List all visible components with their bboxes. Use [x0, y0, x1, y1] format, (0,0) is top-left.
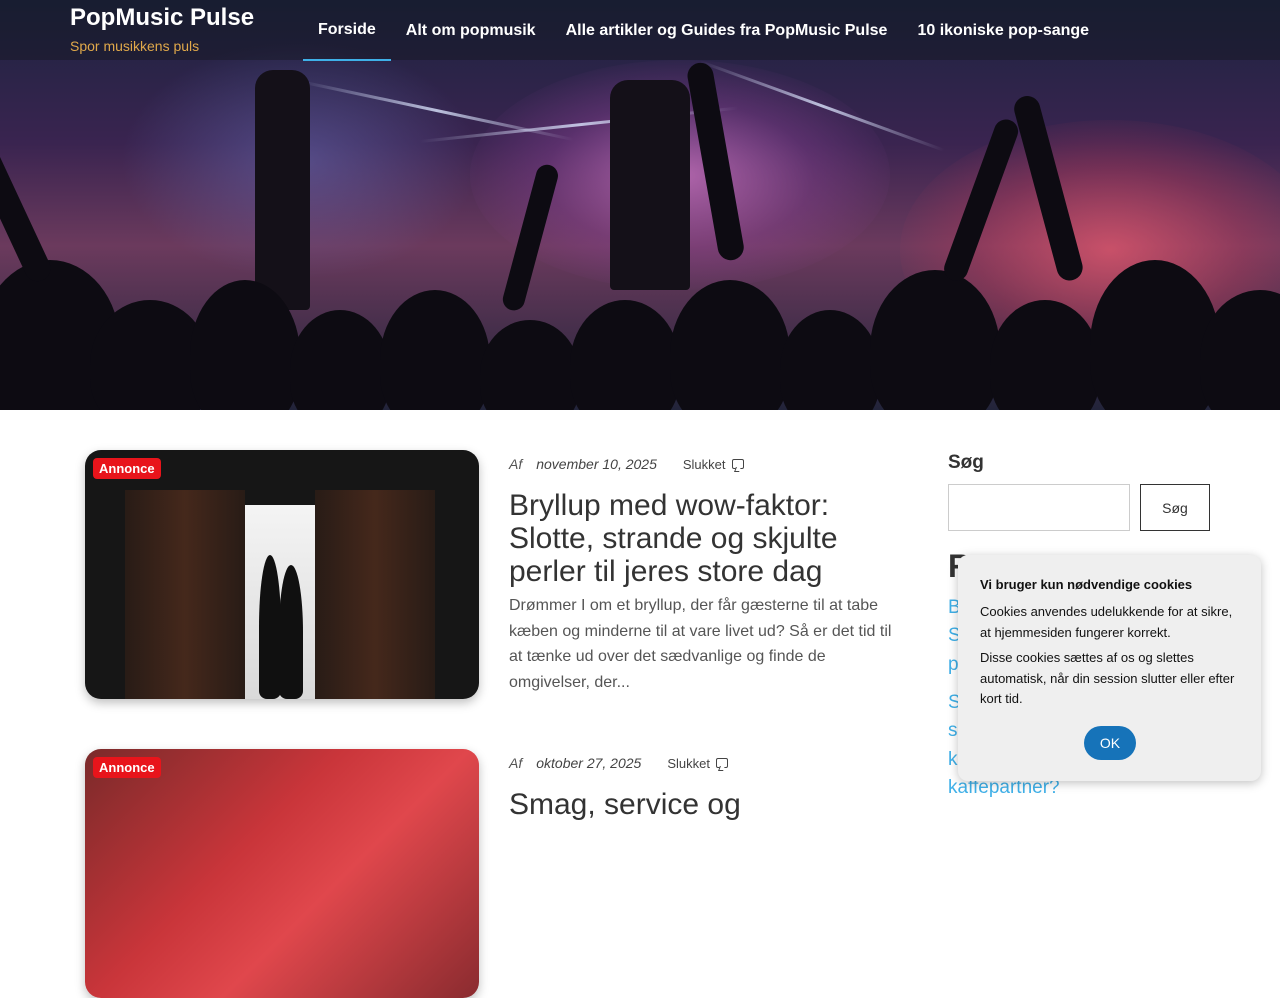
- nav-item-alt-om-popmusik[interactable]: Alt om popmusik: [391, 0, 551, 61]
- post-meta: Af november 10, 2025 Slukket: [509, 456, 744, 472]
- nav-item-10-ikoniske[interactable]: 10 ikoniske pop-sange: [902, 0, 1104, 61]
- site-header: PopMusic Pulse Spor musikkens puls Forsi…: [0, 0, 1280, 61]
- post-excerpt: Drømmer I om et bryllup, der får gæstern…: [509, 597, 892, 691]
- nav-item-forside[interactable]: Forside: [303, 0, 391, 61]
- post-date[interactable]: oktober 27, 2025: [536, 755, 641, 771]
- site-tagline: Spor musikkens puls: [70, 38, 200, 54]
- sponsored-badge: Annonce: [93, 757, 161, 778]
- cookie-text: Disse cookies sættes af os og slettes au…: [980, 650, 1235, 706]
- post-author-prefix: Af: [509, 456, 523, 472]
- post-title[interactable]: Smag, service og: [509, 788, 899, 821]
- post-date[interactable]: november 10, 2025: [536, 456, 657, 472]
- crowd-silhouette: [0, 60, 1280, 410]
- search-button[interactable]: Søg: [1140, 484, 1210, 531]
- comment-icon: [715, 758, 728, 768]
- comments-status: Slukket: [682, 456, 726, 472]
- cookie-text: Cookies anvendes udelukkende for at sikr…: [980, 604, 1233, 640]
- comments-status: Slukket: [667, 755, 710, 771]
- post-thumbnail[interactable]: Annonce: [85, 450, 479, 699]
- post-meta: Af oktober 27, 2025 Slukket: [509, 755, 728, 771]
- main-nav: Forside Alt om popmusik Alle artikler og…: [303, 0, 1104, 61]
- cookie-title: Vi bruger kun nødvendige cookies: [980, 577, 1193, 592]
- search-widget-title: Søg: [948, 452, 984, 473]
- site-title[interactable]: PopMusic Pulse: [70, 4, 254, 32]
- cookie-ok-button[interactable]: OK: [1084, 726, 1136, 760]
- couple-silhouette: [279, 565, 303, 699]
- post-title[interactable]: Bryllup med wow-faktor: Slotte, strande …: [509, 489, 899, 588]
- search-input[interactable]: [948, 484, 1130, 531]
- comment-icon: [731, 459, 744, 469]
- nav-item-alle-artikler[interactable]: Alle artikler og Guides fra PopMusic Pul…: [551, 0, 903, 61]
- cookie-notice: Vi bruger kun nødvendige cookies Cookies…: [958, 555, 1261, 781]
- couple-silhouette: [259, 555, 281, 699]
- post-author-prefix: Af: [509, 755, 523, 771]
- post-thumbnail[interactable]: Annonce: [85, 749, 479, 998]
- hero-image: [0, 0, 1280, 410]
- sponsored-badge: Annonce: [93, 458, 161, 479]
